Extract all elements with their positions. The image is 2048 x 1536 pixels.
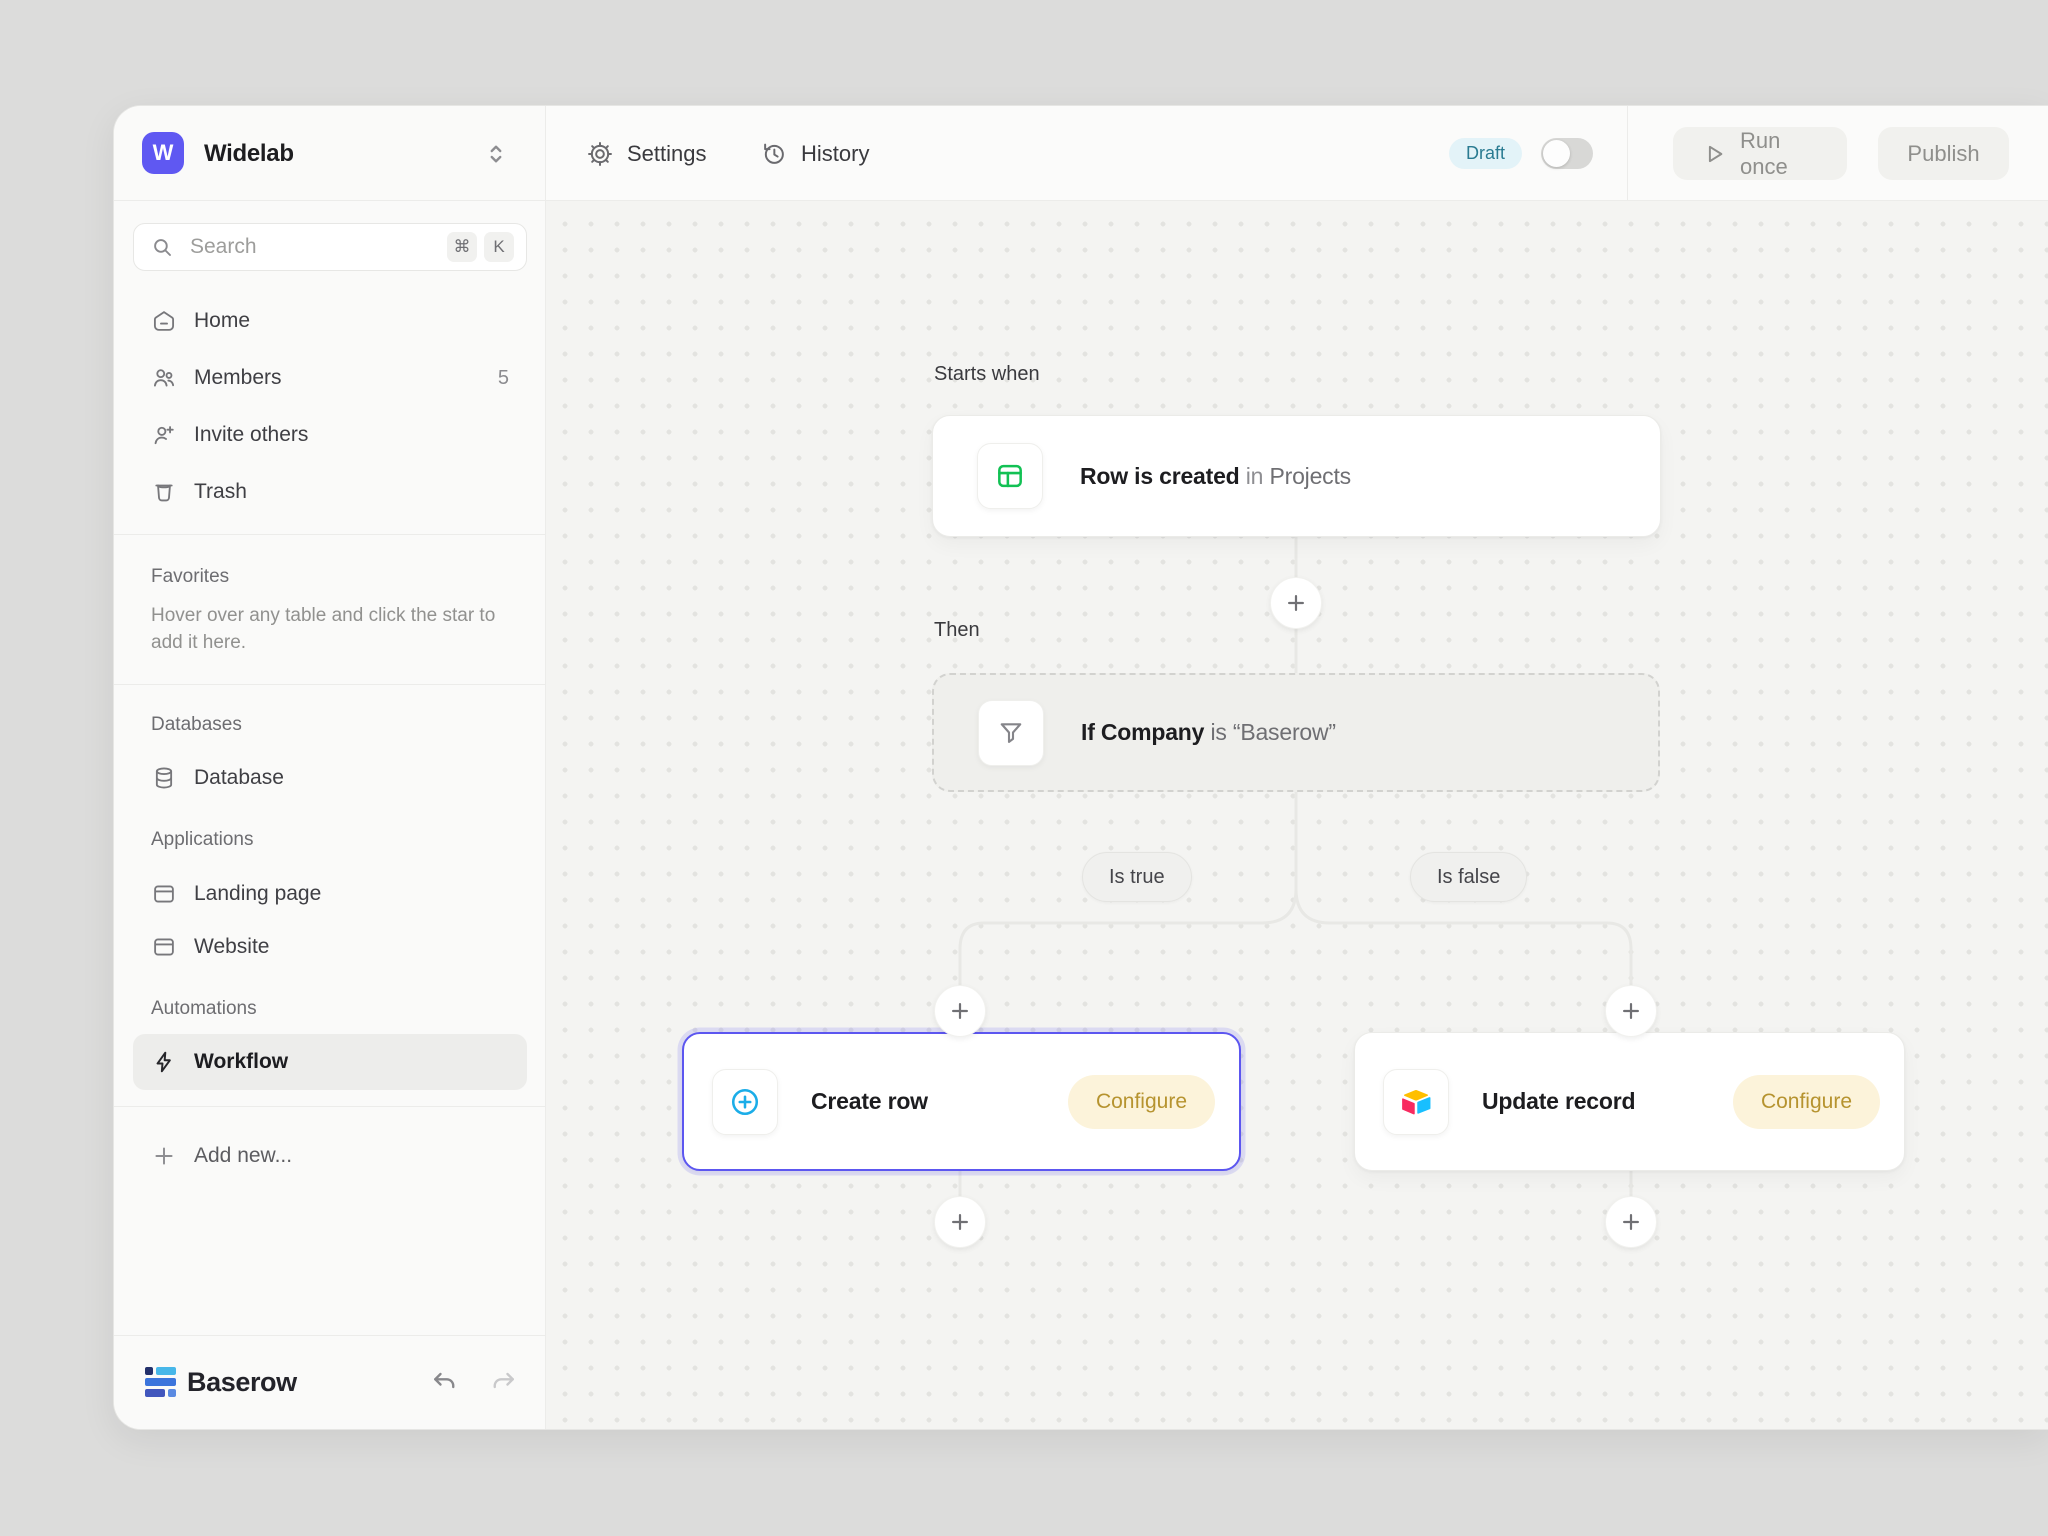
publish-button[interactable]: Publish	[1878, 127, 2009, 180]
settings-button[interactable]: Settings	[586, 106, 707, 201]
branch-true-label: Is true	[1082, 852, 1192, 902]
workflow-connectors	[546, 201, 2048, 1430]
workflow-canvas[interactable]: Starts when Row is created in Projects T…	[546, 201, 2048, 1429]
applications-section-title: Applications	[151, 829, 253, 851]
members-icon	[151, 365, 177, 391]
sidebar-item-label: Members	[194, 366, 282, 390]
toggle-knob	[1543, 140, 1570, 167]
filter-icon	[978, 700, 1044, 766]
plus-icon	[151, 1143, 177, 1169]
browser-icon	[151, 881, 177, 907]
workspace-avatar: W	[142, 132, 184, 174]
search-icon	[150, 235, 175, 260]
condition-title: If Company is “Baserow”	[1081, 719, 1336, 746]
undo-button[interactable]	[430, 1368, 460, 1398]
trash-icon	[151, 479, 177, 505]
status-badge: Draft	[1449, 138, 1522, 169]
browser-icon	[151, 934, 177, 960]
automations-section-title: Automations	[151, 998, 257, 1020]
sidebar-item-label: Website	[194, 935, 269, 959]
add-step-button[interactable]	[1605, 1196, 1657, 1248]
sidebar-footer: Baserow	[114, 1336, 545, 1429]
condition-node[interactable]: If Company is “Baserow”	[932, 673, 1660, 792]
table-icon	[977, 443, 1043, 509]
update-record-node[interactable]: Update record Configure	[1354, 1032, 1905, 1171]
database-icon	[151, 765, 177, 791]
run-once-label: Run once	[1740, 128, 1819, 180]
configure-button[interactable]: Configure	[1068, 1075, 1215, 1129]
starts-when-label: Starts when	[934, 363, 1040, 386]
configure-button[interactable]: Configure	[1733, 1075, 1880, 1129]
action-title: Create row	[811, 1088, 928, 1115]
sidebar-item-website[interactable]: Website	[133, 919, 527, 975]
trigger-node[interactable]: Row is created in Projects	[932, 415, 1661, 537]
sidebar-item-invite-others[interactable]: Invite others	[133, 407, 527, 463]
chevron-updown-icon	[481, 139, 511, 174]
sidebar-item-label: Workflow	[194, 1050, 288, 1074]
sidebar-item-trash[interactable]: Trash	[133, 464, 527, 520]
sidebar-item-members[interactable]: Members 5	[133, 350, 527, 406]
members-count-badge: 5	[498, 367, 509, 390]
add-step-button[interactable]	[934, 1196, 986, 1248]
sidebar-item-label: Trash	[194, 480, 247, 504]
home-icon	[151, 308, 177, 334]
sidebar-item-workflow[interactable]: Workflow	[133, 1034, 527, 1090]
databases-section-title: Databases	[151, 714, 242, 736]
sidebar-item-label: Invite others	[194, 423, 308, 447]
sidebar-item-label: Home	[194, 309, 250, 333]
favorites-section-title: Favorites	[151, 566, 229, 588]
redo-button[interactable]	[488, 1368, 518, 1398]
action-title: Update record	[1482, 1088, 1635, 1115]
topbar: Settings History Draft Run once Publish	[546, 106, 2048, 201]
sidebar-item-label: Database	[194, 766, 284, 790]
search-input[interactable]	[188, 234, 440, 260]
workspace-switcher[interactable]: W Widelab	[114, 106, 545, 201]
baserow-wordmark: Baserow	[187, 1336, 297, 1429]
add-step-button[interactable]	[1605, 985, 1657, 1037]
workspace-initial: W	[153, 140, 174, 166]
bolt-icon	[151, 1049, 177, 1075]
divider	[114, 684, 546, 685]
sidebar-item-landing-page[interactable]: Landing page	[133, 866, 527, 922]
divider	[114, 1106, 546, 1107]
cmd-key-badge: ⌘	[447, 232, 477, 262]
run-once-button[interactable]: Run once	[1673, 127, 1847, 180]
sidebar-item-database[interactable]: Database	[133, 750, 527, 806]
k-key-badge: K	[484, 232, 514, 262]
sidebar: W Widelab ⌘ K Home Members	[114, 106, 546, 1429]
add-step-button[interactable]	[1270, 577, 1322, 629]
app-window: W Widelab ⌘ K Home Members	[113, 105, 2048, 1430]
airtable-icon	[1383, 1069, 1449, 1135]
trigger-title: Row is created in Projects	[1080, 463, 1351, 490]
play-icon	[1701, 141, 1727, 167]
favorites-hint: Hover over any table and click the star …	[151, 602, 503, 656]
settings-label: Settings	[627, 141, 707, 167]
divider	[114, 534, 546, 535]
circled-plus-icon	[712, 1069, 778, 1135]
branch-false-label: Is false	[1410, 852, 1527, 902]
add-new-button[interactable]: Add new...	[133, 1128, 527, 1184]
divider	[1627, 106, 1628, 201]
then-label: Then	[934, 619, 980, 642]
history-label: History	[801, 141, 869, 167]
baserow-logo-icon	[145, 1367, 176, 1397]
add-step-button[interactable]	[934, 985, 986, 1037]
history-button[interactable]: History	[760, 106, 869, 201]
sidebar-item-label: Landing page	[194, 882, 321, 906]
gear-icon	[586, 140, 614, 168]
create-row-node[interactable]: Create row Configure	[682, 1032, 1241, 1171]
publish-toggle[interactable]	[1541, 138, 1593, 169]
search-box[interactable]: ⌘ K	[133, 223, 527, 271]
sidebar-item-home[interactable]: Home	[133, 293, 527, 349]
add-new-label: Add new...	[194, 1144, 292, 1168]
history-clock-icon	[760, 140, 788, 168]
invite-icon	[151, 422, 177, 448]
workspace-name: Widelab	[204, 106, 294, 201]
publish-label: Publish	[1907, 141, 1979, 167]
